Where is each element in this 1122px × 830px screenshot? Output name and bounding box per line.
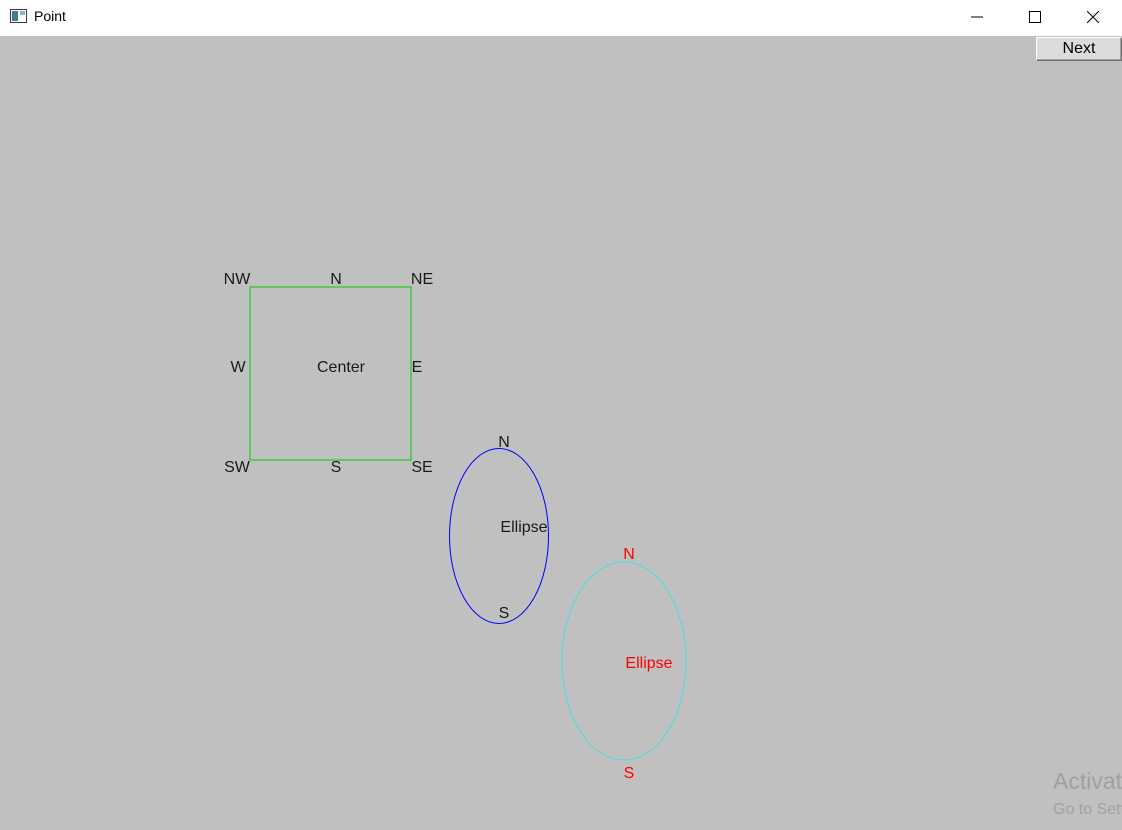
watermark-line-2: Go to Settings to activate Windows. <box>1053 801 1122 818</box>
activation-watermark: Activate Windows Go to Settings to activ… <box>0 0 1122 830</box>
watermark-line-1: Activate Windows <box>1053 768 1122 794</box>
